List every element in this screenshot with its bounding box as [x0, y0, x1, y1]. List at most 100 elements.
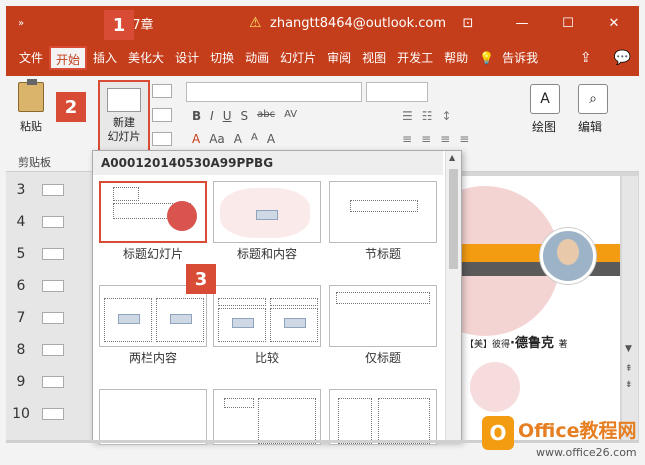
drawing-icon[interactable]: A [530, 84, 560, 114]
scroll-down-arrow-icon[interactable]: ▼ [625, 344, 632, 354]
thumbnail-row[interactable]: 3 [6, 174, 92, 206]
slide-thumbnail[interactable] [42, 376, 64, 388]
step-badge-3: 3 [186, 264, 216, 294]
bullets-icon[interactable]: ☰ [402, 109, 413, 123]
slide-thumbnail[interactable] [42, 312, 64, 324]
decrease-font-button[interactable]: A [251, 132, 258, 146]
shadow-button[interactable]: S [241, 109, 249, 123]
thumbnail-row[interactable]: 5 [6, 238, 92, 270]
thumbnail-row[interactable]: 9 [6, 366, 92, 398]
layout-section-header[interactable] [329, 181, 437, 243]
slide-thumbnail[interactable] [42, 280, 64, 292]
slide-thumbnail[interactable] [42, 184, 64, 196]
increase-font-button[interactable]: A [234, 132, 242, 146]
numbering-icon[interactable]: ☷ [422, 109, 433, 123]
layout-two-content[interactable] [99, 285, 207, 347]
ribbon-display-icon[interactable]: ⊡ [445, 6, 491, 40]
tab-help[interactable]: 帮助 [439, 46, 473, 70]
layout-title-content[interactable] [213, 181, 321, 243]
slide-thumbnail[interactable] [42, 216, 64, 228]
align-left-icon[interactable]: ≡ [402, 132, 412, 146]
clear-format-button[interactable]: A [267, 132, 275, 146]
tab-transitions[interactable]: 切换 [205, 46, 239, 70]
layout-title-only[interactable] [329, 285, 437, 347]
tab-file[interactable]: 文件 [14, 46, 48, 70]
slide-thumbnail[interactable] [42, 344, 64, 356]
paste-button[interactable]: 粘贴 [14, 79, 48, 134]
layout-content-caption[interactable] [213, 389, 321, 445]
line-spacing-icon[interactable]: ↕ [442, 109, 452, 123]
slide-thumbnail[interactable] [42, 408, 64, 420]
watermark-brand: Office教程网 [518, 420, 637, 442]
watermark-url: www.office26.com [536, 446, 637, 459]
layout-gallery-dropdown: A000120140530A99PPBG ▲ 标题幻灯片 标题和内容 节标题 两… [92, 150, 462, 445]
layout-label: 节标题 [364, 247, 401, 261]
char-spacing-button[interactable]: AV [284, 109, 297, 123]
align-center-icon[interactable]: ≡ [421, 132, 431, 146]
drawing-label: 绘图 [532, 120, 557, 134]
reset-button[interactable] [152, 108, 172, 122]
step-badge-1: 1 [104, 10, 134, 40]
tab-view[interactable]: 视图 [357, 46, 391, 70]
layout-button[interactable] [152, 84, 172, 98]
tab-slideshow[interactable]: 幻灯片 [275, 46, 321, 70]
minimize-button[interactable]: — [499, 6, 545, 40]
step-badge-2: 2 [56, 92, 86, 122]
account-name[interactable]: zhangtt8464@outlook.com [270, 16, 446, 31]
justify-icon[interactable]: ≡ [459, 132, 469, 146]
align-right-icon[interactable]: ≡ [440, 132, 450, 146]
tab-beautify[interactable]: 美化大 [123, 46, 169, 70]
italic-button[interactable]: I [210, 109, 214, 123]
next-slide-icon[interactable]: ⇟ [625, 380, 633, 390]
gallery-scrollbar[interactable]: ▲ [445, 151, 461, 441]
title-bar: » 17章 ⚠ zhangtt8464@outlook.com ⊡ — ☐ ✕ [6, 6, 639, 40]
layout-title-slide[interactable] [99, 181, 207, 243]
layout-picture-caption[interactable] [329, 389, 437, 445]
author-name: 德鲁克 [514, 336, 554, 351]
strikethrough-button[interactable]: abc [257, 109, 275, 123]
author-line: 【美】彼得·德鲁克 著 [465, 336, 568, 351]
layout-blank[interactable] [99, 389, 207, 445]
maximize-button[interactable]: ☐ [545, 6, 591, 40]
close-button[interactable]: ✕ [591, 6, 637, 40]
thumbnail-row[interactable]: 8 [6, 334, 92, 366]
scroll-up-icon[interactable]: ▲ [449, 153, 455, 162]
layout-comparison[interactable] [213, 285, 321, 347]
font-name-select[interactable] [186, 82, 362, 102]
thumbnail-row[interactable]: 4 [6, 206, 92, 238]
section-button[interactable] [152, 132, 172, 146]
warning-icon[interactable]: ⚠ [249, 15, 262, 31]
tell-me-icon[interactable]: 💡 [474, 46, 496, 70]
font-format-row: B I U S abc AV [192, 109, 297, 123]
slide-number: 7 [16, 310, 26, 326]
case-button[interactable]: Aa [209, 132, 225, 146]
paragraph-row: ☰ ☷ ↕ [402, 109, 452, 123]
thumbnail-row[interactable]: 7 [6, 302, 92, 334]
comment-icon[interactable]: 💬 [614, 50, 631, 66]
author-portrait [540, 228, 596, 284]
search-icon[interactable]: ⌕ [578, 84, 608, 114]
slide-thumbnail[interactable] [42, 248, 64, 260]
editor-scrollbar[interactable]: ▼ ⇞ ⇟ [622, 176, 638, 440]
slide-number: 8 [16, 342, 26, 358]
font-color-button[interactable]: A [192, 132, 200, 146]
gallery-scroll-thumb[interactable] [449, 169, 458, 269]
thumbnail-row[interactable]: 10 [6, 398, 92, 430]
slide-number: 6 [16, 278, 26, 294]
quick-access-more-icon[interactable]: » [6, 18, 36, 29]
tab-insert[interactable]: 插入 [88, 46, 122, 70]
font-size-select[interactable] [366, 82, 428, 102]
underline-button[interactable]: U [223, 109, 232, 123]
tab-tell-me[interactable]: 告诉我 [497, 46, 543, 70]
tab-review[interactable]: 审阅 [322, 46, 356, 70]
tab-home[interactable]: 开始 [49, 46, 88, 70]
new-slide-button[interactable]: 新建 幻灯片 [98, 80, 150, 152]
prev-slide-icon[interactable]: ⇞ [625, 364, 633, 374]
layout-label: 仅标题 [364, 351, 401, 365]
bold-button[interactable]: B [192, 109, 201, 123]
tab-animations[interactable]: 动画 [240, 46, 274, 70]
thumbnail-row[interactable]: 6 [6, 270, 92, 302]
share-icon[interactable]: ⇪ [580, 50, 592, 66]
tab-developer[interactable]: 开发工 [392, 46, 438, 70]
tab-design[interactable]: 设计 [170, 46, 204, 70]
